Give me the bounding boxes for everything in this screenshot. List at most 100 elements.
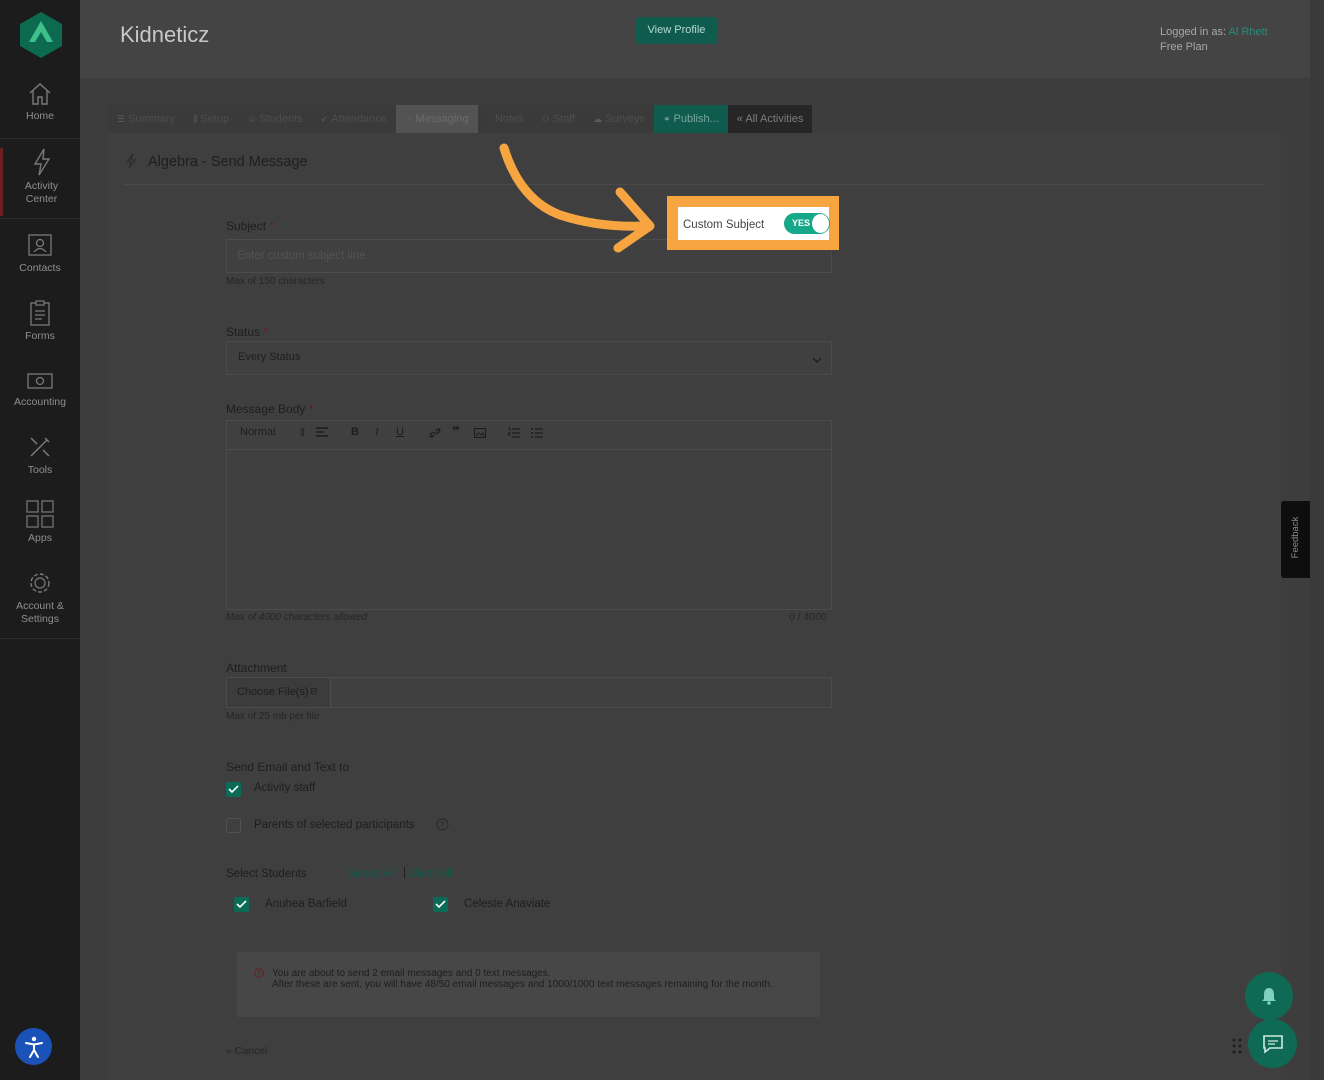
view-profile-button[interactable]: View Profile (636, 17, 717, 44)
plan-label: Free Plan (1160, 41, 1208, 53)
sidebar-item-accounting[interactable]: Accounting (0, 370, 80, 409)
subject-placeholder: Enter custom subject line (237, 250, 366, 262)
sidebar-item-label: Forms (25, 330, 55, 342)
student-checkbox[interactable] (433, 897, 448, 912)
sidebar-item-forms[interactable]: Forms (0, 300, 80, 343)
sidebar-item-contacts[interactable]: Contacts (0, 232, 80, 275)
message-body-editor[interactable] (226, 450, 832, 610)
format-select-arrows-icon: ⇕ (298, 427, 308, 439)
students-icon: ☺ (247, 114, 257, 124)
sidebar-item-label: Tools (27, 464, 53, 476)
app-logo-icon[interactable] (20, 12, 62, 58)
chat-button[interactable] (1248, 1019, 1297, 1068)
divider (0, 138, 80, 139)
sidebar-item-label: Account & Settings (16, 600, 64, 625)
sidebar-item-apps[interactable]: Apps (0, 500, 80, 545)
envelope-icon: ✉ (404, 114, 413, 124)
activity-staff-label: Activity staff (254, 782, 316, 794)
format-select[interactable]: Normal (240, 426, 275, 438)
link-icon[interactable] (429, 427, 441, 439)
tab-staff[interactable]: ⚇ Staff (532, 105, 585, 133)
tab-messaging[interactable]: ✉ Messaging (395, 105, 478, 133)
organization-title: Kidneticz (120, 22, 210, 47)
subject-hint: Max of 150 characters (226, 276, 325, 287)
activity-staff-checkbox[interactable] (226, 782, 241, 797)
sidebar-item-home[interactable]: Home (0, 82, 80, 123)
sidebar-item-label: Accounting (14, 396, 66, 408)
help-icon[interactable]: ? (436, 818, 449, 831)
bullet-list-icon[interactable] (531, 427, 543, 439)
student-checkbox[interactable] (234, 897, 249, 912)
sidebar-item-label: Apps (28, 532, 52, 544)
summary-icon: ☰ (117, 114, 126, 124)
character-counter: 0 / 4000 (789, 611, 827, 623)
parents-label: Parents of selected participants (254, 819, 415, 831)
status-label: Status * (226, 325, 269, 339)
image-icon[interactable] (474, 428, 486, 438)
divider (123, 184, 1264, 185)
status-select[interactable] (226, 341, 832, 375)
sidebar-item-label: Home (25, 110, 54, 122)
contacts-icon (28, 234, 52, 256)
subject-label: Subject * (226, 219, 275, 233)
info-icon (254, 968, 264, 978)
divider (0, 218, 80, 219)
sidebar-item-activity-center[interactable]: Activity Center (0, 148, 80, 216)
page-title: Algebra - Send Message (148, 154, 308, 170)
window-edge (1310, 0, 1324, 1080)
login-info: Logged in as: Al Rhett Free Plan (1160, 25, 1268, 55)
tab-summary[interactable]: ☰ Summary (108, 105, 185, 133)
body-hint: Max of 4000 characters allowed (226, 612, 368, 623)
feedback-label: Feedback (1290, 516, 1301, 559)
sidebar-item-account-settings[interactable]: Account & Settings (0, 570, 80, 626)
notifications-button[interactable] (1245, 972, 1293, 1020)
tab-surveys[interactable]: ☁ Surveys (584, 105, 654, 133)
cloud-icon: ☁ (593, 114, 603, 124)
align-icon[interactable] (316, 427, 328, 438)
activity-tabs: ☰ Summary ⫼ Setup ☺ Students ✓ Attendance ✉ M… (108, 105, 813, 133)
quote-icon[interactable]: ❞ (452, 424, 460, 440)
tab-attendance[interactable]: ✓ Attendance (311, 105, 396, 133)
tab-setup[interactable]: ⫼ Setup (184, 105, 239, 133)
check-icon (435, 900, 446, 909)
underline-icon[interactable]: U (396, 426, 404, 438)
check-icon (236, 900, 247, 909)
lightning-icon (33, 148, 50, 176)
clear-all-link[interactable]: Clear All (409, 868, 452, 880)
bold-icon[interactable]: B (351, 426, 359, 438)
sidebar-item-label: Contacts (19, 262, 61, 274)
accessibility-button[interactable] (15, 1028, 52, 1065)
select-students-label: Select Students (226, 868, 307, 880)
italic-icon[interactable]: I (375, 426, 379, 438)
top-header: Kidneticz View Profile Logged in as: Al … (80, 0, 1310, 78)
toggle-state-label: YES (792, 218, 811, 228)
svg-text:?: ? (440, 821, 445, 830)
toggle-knob (812, 214, 829, 233)
logged-in-label: Logged in as: (1160, 26, 1227, 38)
parents-checkbox[interactable] (226, 818, 241, 833)
sidebar-item-tools[interactable]: Tools (0, 434, 80, 477)
send-to-label: Send Email and Text to (226, 760, 350, 774)
ordered-list-icon[interactable] (508, 427, 520, 439)
divider (0, 638, 80, 639)
annotation-arrow-icon (499, 143, 655, 253)
user-link[interactable]: Al Rhett (1229, 26, 1268, 38)
cancel-link[interactable]: « Cancel (226, 1045, 267, 1057)
sidebar: Home Activity Center Contacts Forms Acco… (0, 0, 80, 1080)
tab-all-activities[interactable]: « All Activities (727, 105, 813, 133)
link-icon: ⚭ (662, 114, 671, 124)
file-icon: ⊟ (310, 686, 318, 696)
clipboard-icon (30, 300, 50, 326)
tab-students[interactable]: ☺ Students (238, 105, 312, 133)
custom-subject-label: Custom Subject (683, 219, 765, 231)
student-name: Celeste Anaviate (464, 898, 551, 910)
drag-handle-icon[interactable] (1232, 1038, 1242, 1054)
tab-publish[interactable]: ⚭ Publish... (653, 105, 728, 133)
tab-notes[interactable]: ◌ Notes (477, 105, 533, 133)
staff-icon: ⚇ (541, 114, 550, 124)
attachment-label: Attachment (226, 661, 287, 675)
chevron-down-icon (812, 357, 822, 363)
select-all-link[interactable]: Select All (348, 868, 395, 880)
sidebar-item-label: Activity Center (24, 180, 59, 205)
message-body-label: Message Body * (226, 402, 314, 416)
